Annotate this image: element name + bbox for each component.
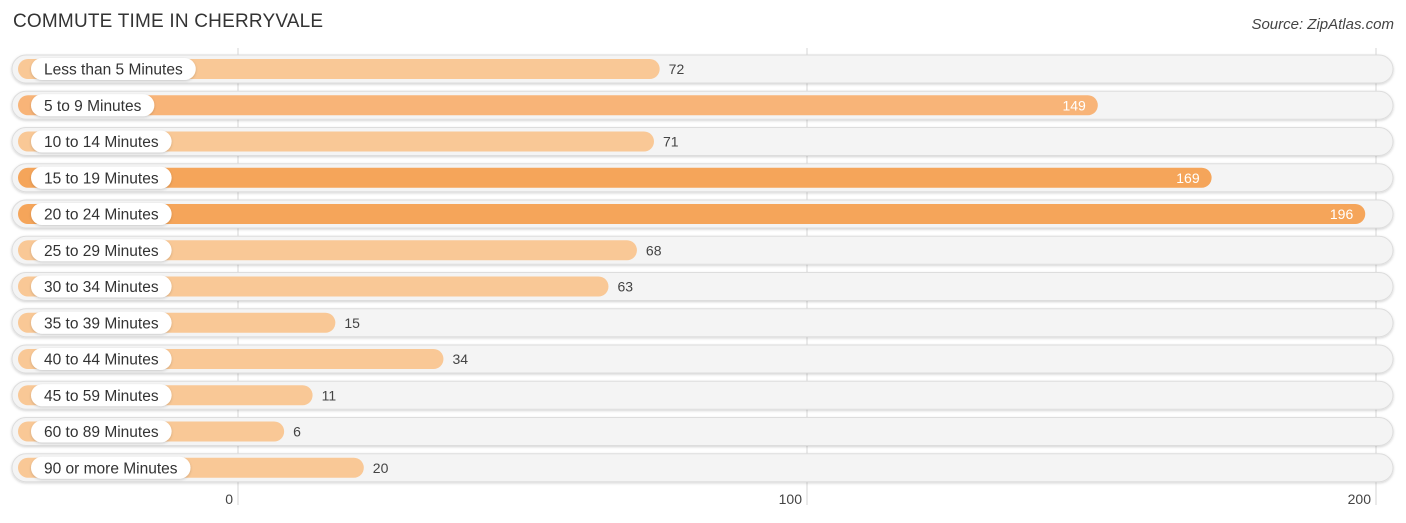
category-label: 40 to 44 Minutes [44, 352, 159, 369]
category-label: 15 to 19 Minutes [44, 170, 159, 187]
category-label: 35 to 39 Minutes [44, 315, 159, 332]
bar-row: 20 to 24 Minutes 196 [11, 199, 1394, 229]
bar-row: 25 to 29 Minutes 68 [11, 235, 1394, 265]
value-label: 6 [293, 424, 301, 440]
value-label: 15 [344, 315, 360, 331]
bar-row: 15 to 19 Minutes 169 [11, 163, 1394, 193]
bar-row: 35 to 39 Minutes 15 [11, 308, 1394, 338]
bar [18, 204, 1366, 224]
bar-row: 5 to 9 Minutes 149 [11, 90, 1394, 120]
value-label: 149 [1062, 97, 1086, 113]
bar-row: 45 to 59 Minutes 11 [11, 380, 1394, 410]
category-label: 90 or more Minutes [44, 460, 178, 477]
category-label: 30 to 34 Minutes [44, 279, 159, 296]
category-label: 60 to 89 Minutes [44, 424, 159, 441]
bar [18, 95, 1098, 116]
value-label: 11 [322, 387, 337, 403]
value-label: 169 [1176, 170, 1200, 186]
category-label: 25 to 29 Minutes [44, 243, 159, 260]
value-label: 63 [617, 279, 633, 295]
bar-row: 90 or more Minutes 20 [11, 453, 1394, 483]
value-label: 71 [663, 134, 679, 150]
category-label: 45 to 59 Minutes [44, 388, 159, 405]
x-tick-label: 200 [1348, 491, 1372, 507]
bar-row: Less than 5 Minutes 72 [11, 54, 1394, 84]
value-label: 34 [452, 351, 468, 367]
bar-row: 40 to 44 Minutes 34 [11, 344, 1394, 374]
x-tick-label: 0 [225, 491, 233, 507]
category-label: Less than 5 Minutes [44, 62, 183, 79]
bar-chart: Less than 5 Minutes 72 5 to 9 Minutes 149 10… [11, 48, 1394, 507]
bar [18, 167, 1212, 188]
category-label: 5 to 9 Minutes [44, 98, 142, 115]
x-tick-label: 100 [779, 491, 803, 507]
value-label: 68 [646, 242, 662, 258]
category-label: 10 to 14 Minutes [44, 134, 159, 151]
category-label: 20 to 24 Minutes [44, 207, 159, 224]
bar-row: 10 to 14 Minutes 71 [11, 127, 1394, 156]
bar-row: 30 to 34 Minutes 63 [11, 272, 1394, 301]
value-label: 20 [373, 460, 389, 476]
value-label: 72 [669, 61, 685, 77]
bar-row: 60 to 89 Minutes 6 [11, 417, 1394, 446]
value-label: 196 [1330, 206, 1354, 222]
